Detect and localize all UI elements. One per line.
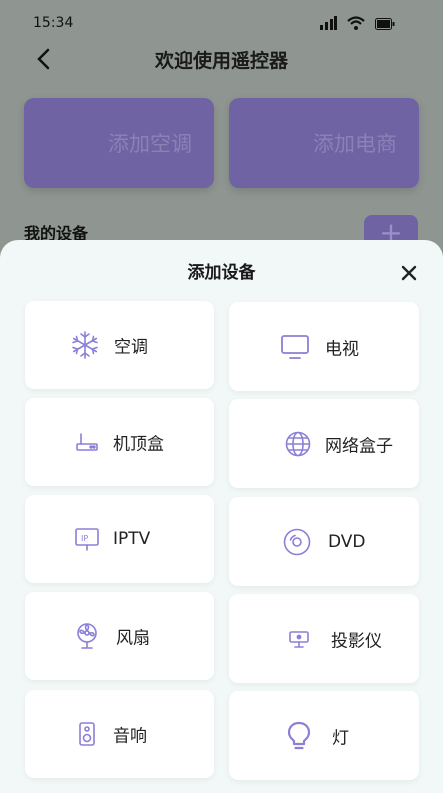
device-label-fan: 风扇 <box>116 628 150 649</box>
device-label-projector: 投影仪 <box>331 631 382 651</box>
device-label-tv: 电视 <box>325 339 359 359</box>
device-label-dvd: DVD <box>328 531 366 552</box>
device-label-light: 灯 <box>332 728 349 748</box>
device-label-speaker: 音响 <box>113 726 147 747</box>
status-icons <box>320 16 395 30</box>
svg-text:IP: IP <box>81 534 88 543</box>
device-label-iptv: IPTV <box>113 529 151 549</box>
add-device-sheet: 添加设备 空调 电视 机顶盒 网络盒子 IP IPTV DVD 风扇 投影仪 音… <box>0 240 443 793</box>
status-bar: 15:34 <box>0 0 443 44</box>
device-tile-iptv[interactable]: IP IPTV <box>25 495 214 583</box>
device-tile-tv[interactable]: 电视 <box>229 302 419 391</box>
device-tile-light[interactable]: 灯 <box>229 691 419 780</box>
set-top-box-icon <box>71 426 103 458</box>
snowflake-icon <box>69 329 101 361</box>
globe-icon <box>282 428 314 460</box>
fan-icon <box>71 620 103 652</box>
tv-icon <box>279 331 311 363</box>
speaker-icon <box>71 718 103 750</box>
signal-icon <box>320 16 337 30</box>
device-label-stb: 机顶盒 <box>113 434 164 455</box>
device-tile-fan[interactable]: 风扇 <box>25 592 214 680</box>
device-label-netbox: 网络盒子 <box>325 436 393 456</box>
page-title: 欢迎使用遥控器 <box>154 50 288 72</box>
add-ecommerce-card[interactable]: 添加电商 <box>229 98 419 188</box>
nav-bar: 欢迎使用遥控器 <box>0 40 443 80</box>
disc-icon <box>281 526 313 558</box>
bulb-icon <box>283 720 315 752</box>
projector-icon <box>283 623 315 655</box>
sheet-title: 添加设备 <box>187 263 256 283</box>
wifi-icon <box>347 16 365 30</box>
add-ac-card[interactable]: 添加空调 <box>24 98 214 188</box>
device-tile-ac[interactable]: 空调 <box>25 301 214 389</box>
close-icon[interactable] <box>398 262 420 284</box>
device-tile-projector[interactable]: 投影仪 <box>229 594 419 683</box>
device-tile-stb[interactable]: 机顶盒 <box>25 398 214 486</box>
device-tile-netbox[interactable]: 网络盒子 <box>229 399 419 488</box>
device-tile-speaker[interactable]: 音响 <box>25 690 214 778</box>
device-label-ac: 空调 <box>114 337 148 358</box>
add-ac-label: 添加空调 <box>108 132 192 156</box>
iptv-icon: IP <box>71 523 103 555</box>
status-time: 15:34 <box>33 15 74 31</box>
add-ecommerce-label: 添加电商 <box>313 132 397 156</box>
device-tile-dvd[interactable]: DVD <box>229 497 419 586</box>
battery-icon <box>375 18 395 30</box>
